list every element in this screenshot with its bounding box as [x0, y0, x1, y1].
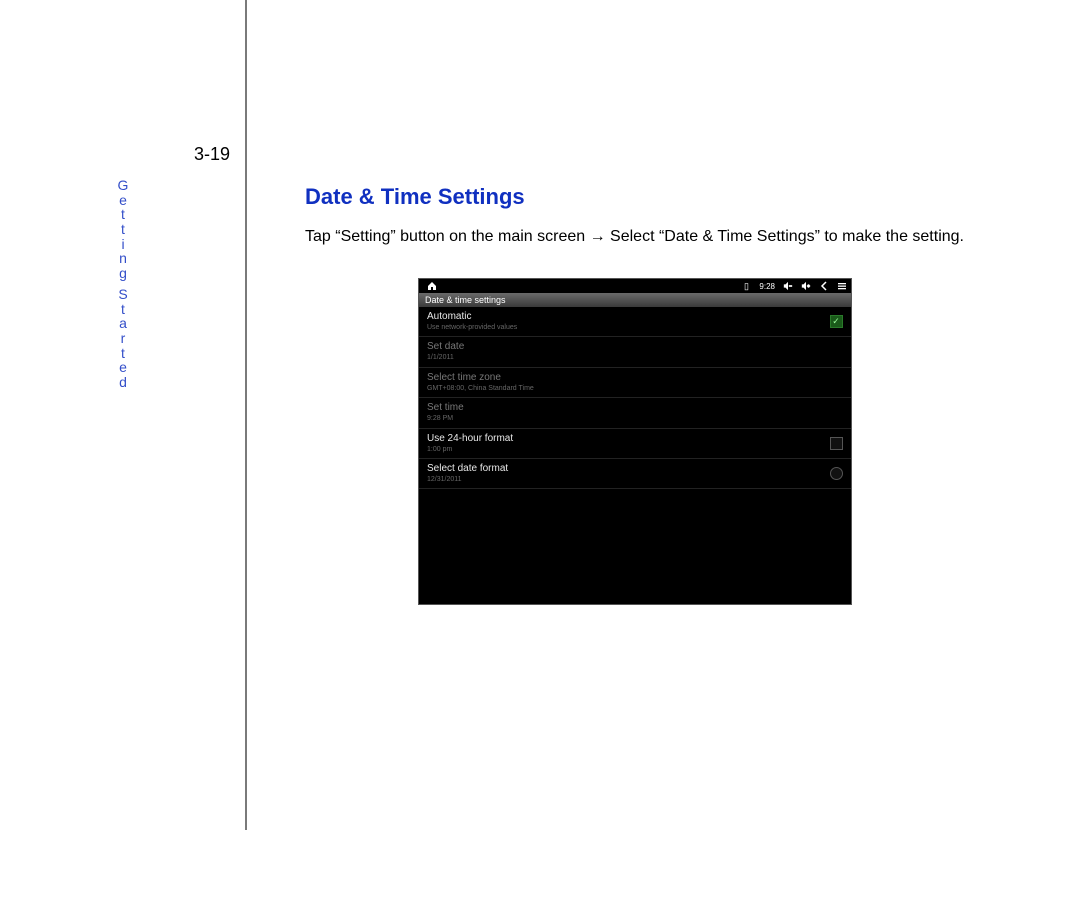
row-subtitle: 1/1/2011: [427, 354, 464, 362]
row-title: Automatic: [427, 311, 517, 323]
page-number: 3-19: [100, 144, 230, 165]
checkbox-on-icon[interactable]: ✓: [829, 315, 843, 329]
row-control-none: [829, 375, 843, 389]
row-title: Set date: [427, 341, 464, 353]
vertical-divider: [245, 0, 247, 830]
row-automatic[interactable]: Automatic Use network-provided values ✓: [419, 307, 851, 337]
body-text: Tap “Setting” button on the main screen …: [305, 228, 1005, 246]
row-title: Select date format: [427, 463, 508, 475]
status-clock: 9:28: [755, 282, 779, 291]
row-subtitle: 1:00 pm: [427, 446, 513, 454]
row-control-none: [829, 345, 843, 359]
manual-page: 3-19 Getting Started Date & Time Setting…: [0, 0, 1080, 906]
home-icon[interactable]: [425, 279, 439, 293]
row-select-timezone[interactable]: Select time zone GMT+08:00, China Standa…: [419, 368, 851, 398]
row-set-date[interactable]: Set date 1/1/2011: [419, 337, 851, 367]
row-date-format[interactable]: Select date format 12/31/2011: [419, 459, 851, 489]
status-indicator-icon: ▯: [737, 279, 755, 293]
settings-titlebar: Date & time settings: [419, 293, 851, 307]
row-control-none: [829, 406, 843, 420]
row-title: Use 24-hour format: [427, 433, 513, 445]
volume-up-icon[interactable]: [797, 279, 815, 293]
settings-list: Automatic Use network-provided values ✓ …: [419, 307, 851, 489]
row-title: Set time: [427, 402, 464, 414]
row-title: Select time zone: [427, 372, 534, 384]
row-subtitle: GMT+08:00, China Standard Time: [427, 385, 534, 393]
status-bar: ▯ 9:28: [419, 279, 851, 293]
radio-icon[interactable]: [829, 467, 843, 481]
back-icon[interactable]: [815, 279, 833, 293]
row-subtitle: 12/31/2011: [427, 476, 508, 484]
row-set-time[interactable]: Set time 9:28 PM: [419, 398, 851, 428]
row-subtitle: 9:28 PM: [427, 415, 464, 423]
row-subtitle: Use network-provided values: [427, 324, 517, 332]
checkbox-off-icon[interactable]: [829, 436, 843, 450]
page-heading: Date & Time Settings: [305, 184, 525, 210]
row-24hour-format[interactable]: Use 24-hour format 1:00 pm: [419, 429, 851, 459]
section-label: Getting Started: [115, 178, 133, 390]
settings-screenshot: ▯ 9:28 Date & time settings Automatic Us…: [418, 278, 852, 605]
volume-down-icon[interactable]: [779, 279, 797, 293]
menu-icon[interactable]: [833, 279, 851, 293]
